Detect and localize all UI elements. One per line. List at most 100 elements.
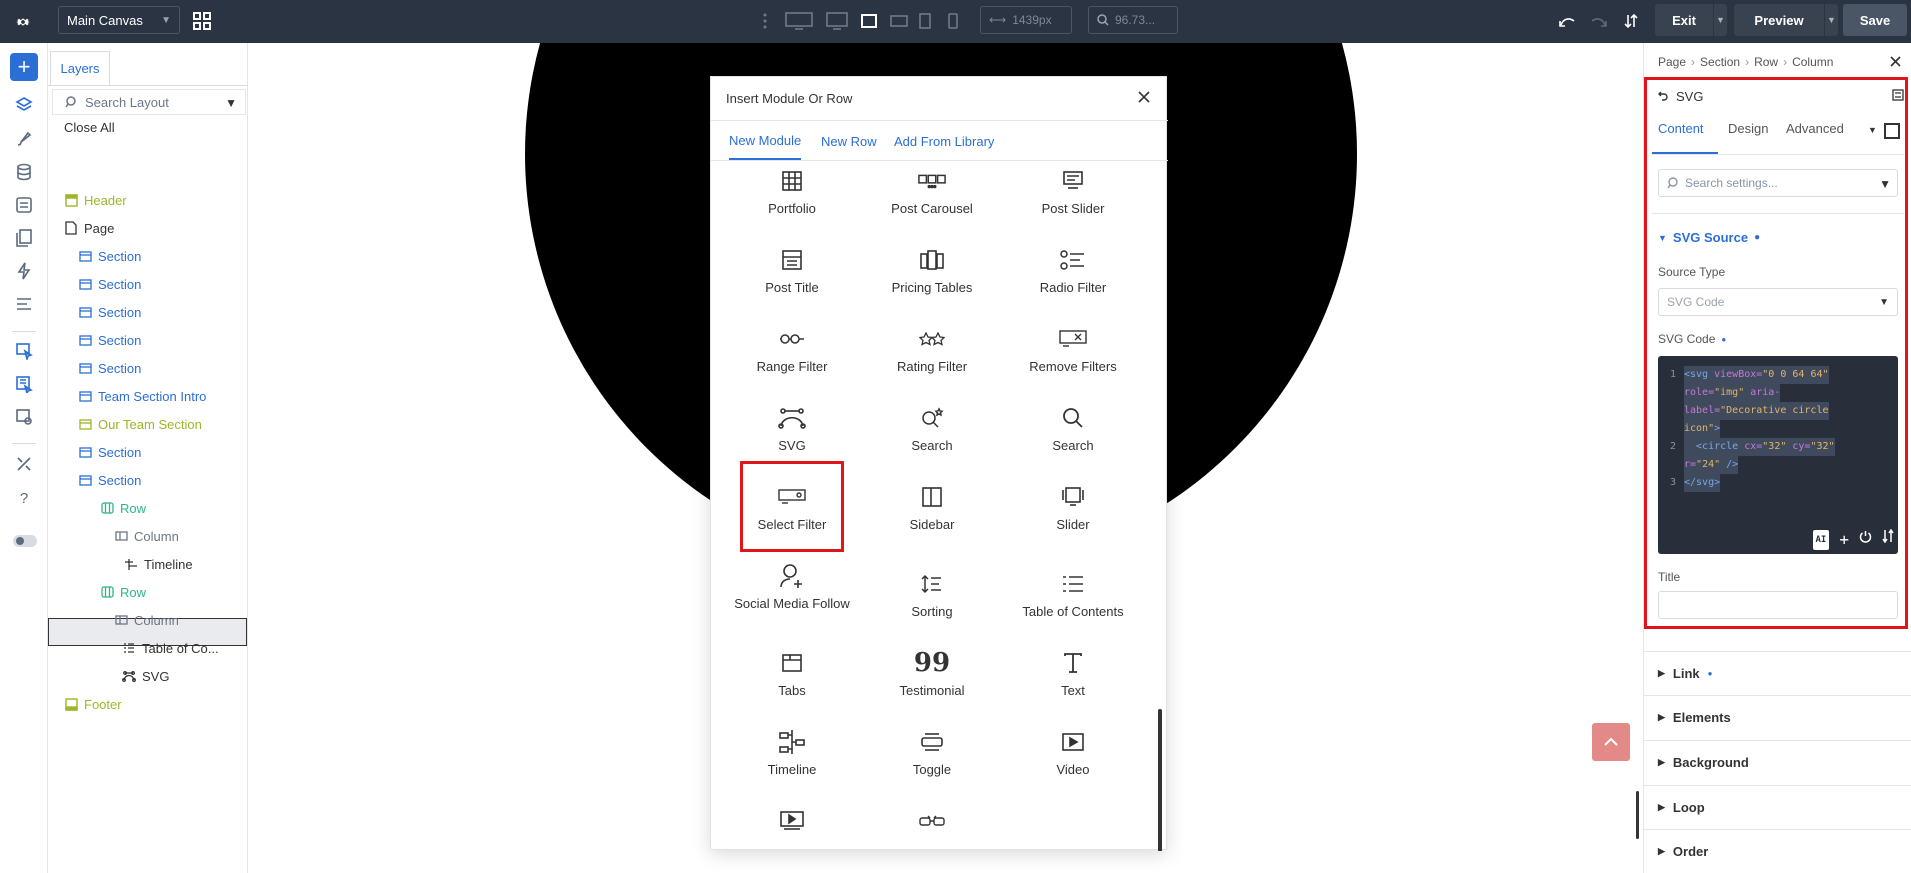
module-toggle[interactable]: Toggle [862,728,1002,802]
accordion-link[interactable]: ▶ Link ● [1644,651,1911,695]
page-cursor-icon[interactable] [12,339,36,363]
layer-section[interactable]: Team Section Intro [78,385,206,407]
brush-icon[interactable] [12,127,36,151]
grid-view-icon[interactable] [190,9,214,33]
preview-dropdown-icon[interactable]: ▼ [1824,4,1838,36]
ai-button[interactable]: AI [1812,529,1830,550]
help-icon[interactable]: ? [12,486,36,510]
accordion-loop[interactable]: ▶ Loop [1644,785,1911,829]
layers-icon[interactable] [12,93,36,117]
breadcrumb-item[interactable]: Column [1792,55,1833,69]
database-icon[interactable] [12,160,36,184]
layer-header[interactable]: Header [64,189,127,211]
device-laptop-icon[interactable] [858,10,880,32]
layer-section[interactable]: Section [78,469,141,491]
layer-footer[interactable]: Footer [64,693,122,715]
filter-icon[interactable]: ▼ [225,96,237,110]
module-video[interactable]: Video [1003,728,1143,802]
close-all-link[interactable]: Close All [64,120,115,135]
tab-content[interactable]: Content [1658,121,1704,136]
canvas-width-field[interactable]: ⟷ 1439px [980,6,1072,34]
save-button[interactable]: Save [1843,4,1907,36]
layer-section[interactable]: Section [78,357,141,379]
module-search[interactable]: Search [1003,404,1143,478]
title-input[interactable] [1658,591,1898,619]
breadcrumb-item[interactable]: Page [1658,55,1686,69]
module-tabs[interactable]: Tabs [722,649,862,723]
module-slider[interactable]: Slider [1003,483,1143,557]
redo-icon[interactable] [1588,10,1610,32]
module-post-title[interactable]: Post Title [722,246,862,320]
device-phone-icon[interactable] [944,10,962,32]
module-text[interactable]: Text [1003,649,1143,723]
pages-icon[interactable] [12,226,36,250]
module-radio-filter[interactable]: Radio Filter [1003,246,1143,320]
device-wide-desktop-icon[interactable] [784,10,814,32]
tabs-dropdown-icon[interactable]: ▼ [1868,125,1877,135]
checklist-icon[interactable] [12,193,36,217]
template-icon[interactable] [12,405,36,429]
layer-section[interactable]: Section [78,301,141,323]
layer-section[interactable]: Section [78,329,141,351]
tab-new-row[interactable]: New Row [821,122,877,160]
layer-search-input[interactable]: Search Layout ▼ [52,89,246,115]
gear-icon[interactable] [10,9,36,35]
module-table-of-contents[interactable]: Table of Contents [1003,562,1143,636]
more-options-icon[interactable] [1892,89,1906,103]
module-sorting[interactable]: Sorting [862,562,1002,636]
module-rating-filter[interactable]: Rating Filter [862,325,1002,399]
accordion-order[interactable]: ▶ Order [1644,829,1911,873]
canvas-select[interactable]: Main Canvas ▼ [58,6,180,34]
back-arrow-icon[interactable] [1658,89,1668,104]
module-testimonial[interactable]: 99 Testimonial [862,649,1002,723]
settings-search-input[interactable]: Search settings... ▼ [1658,169,1898,197]
svg-code-editor[interactable]: 1 <svg viewBox="0 0 64 64" role="img" ar… [1658,356,1898,554]
device-desktop-icon[interactable] [824,10,850,32]
zoom-field[interactable]: 96.73... [1088,6,1178,34]
sort-arrows-icon[interactable] [1620,10,1642,32]
lines-icon[interactable] [12,292,36,316]
accordion-background[interactable]: ▶ Background [1644,740,1911,784]
close-icon[interactable] [1887,53,1903,69]
preset-square-icon[interactable] [1884,123,1900,139]
tab-design[interactable]: Design [1728,121,1768,136]
close-icon[interactable] [1134,87,1154,107]
layer-row[interactable]: Row [100,497,146,519]
undo-icon[interactable] [1556,10,1578,32]
module-sidebar[interactable]: Sidebar [862,483,1002,557]
layer-section-global[interactable]: Our Team Section [78,413,202,435]
module-social-media-follow[interactable]: Social Media Follow [722,562,862,636]
toggle-icon[interactable] [12,529,38,553]
layer-section[interactable]: Section [78,245,141,267]
layer-table-of-contents[interactable]: Table of Co... [122,637,219,659]
layer-section[interactable]: Section [78,441,141,463]
tab-add-from-library[interactable]: Add From Library [894,122,994,160]
filter-icon[interactable]: ▼ [1879,177,1891,191]
module-remove-filters[interactable]: Remove Filters [1003,325,1143,399]
tools-icon[interactable] [12,452,36,476]
tab-new-module[interactable]: New Module [729,122,802,160]
module-search-advanced[interactable]: Search [862,404,1002,478]
power-icon[interactable] [1859,530,1872,550]
add-module-button[interactable]: + [10,53,38,81]
breadcrumb-item[interactable]: Section [1700,55,1740,69]
module-timeline[interactable]: Timeline [722,728,862,802]
layer-page[interactable]: Page [64,217,114,239]
lightning-icon[interactable] [12,259,36,283]
accordion-elements[interactable]: ▶ Elements [1644,695,1911,739]
tab-advanced[interactable]: Advanced [1786,121,1844,136]
scroll-to-top-button[interactable] [1592,723,1630,761]
breadcrumb-item[interactable]: Row [1754,55,1778,69]
module-video-slider[interactable] [722,807,862,851]
layer-section[interactable]: Section [78,273,141,295]
svg-source-section-header[interactable]: ▼ SVG Source ● [1658,230,1760,245]
module-unnamed[interactable] [862,807,1002,851]
layer-timeline[interactable]: Timeline [124,553,193,575]
canvas-scrollbar[interactable] [1636,791,1639,839]
layer-column[interactable]: Column [114,609,179,631]
preview-button[interactable]: Preview ▼ [1734,4,1838,36]
module-range-filter[interactable]: Range Filter [722,325,862,399]
modal-scrollbar[interactable] [1158,709,1162,851]
sort-arrows-icon[interactable] [1882,528,1894,550]
drag-handle-icon[interactable] [761,10,769,32]
